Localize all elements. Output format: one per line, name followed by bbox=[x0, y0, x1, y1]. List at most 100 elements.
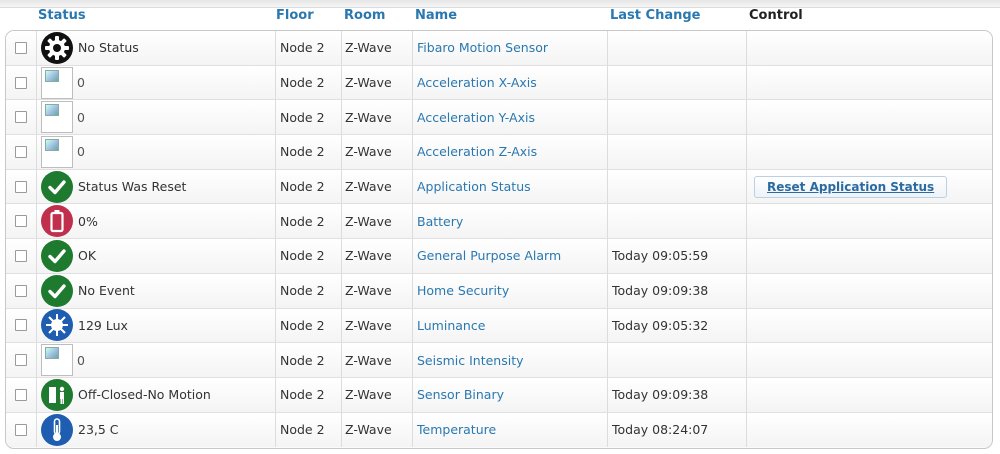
status-cell: Off-Closed-No Motion bbox=[37, 377, 276, 412]
row-checkbox[interactable] bbox=[15, 215, 27, 228]
device-name-link[interactable]: Luminance bbox=[417, 318, 485, 333]
reset-application-status-button[interactable]: Reset Application Status bbox=[754, 175, 948, 198]
header-floor[interactable]: Floor bbox=[276, 8, 314, 23]
room-cell: Z-Wave bbox=[342, 100, 413, 135]
last-change-cell: Today 09:05:59 bbox=[608, 239, 747, 273]
room-cell: Z-Wave bbox=[342, 239, 413, 273]
row-checkbox[interactable] bbox=[15, 76, 27, 89]
control-cell bbox=[747, 239, 992, 273]
control-cell bbox=[747, 274, 992, 308]
row-select-cell bbox=[6, 308, 37, 343]
row-select-cell bbox=[6, 135, 37, 169]
row-checkbox[interactable] bbox=[15, 284, 27, 297]
name-cell: Home Security bbox=[413, 273, 608, 308]
header-status[interactable]: Status bbox=[38, 8, 86, 23]
row-select-cell bbox=[6, 377, 37, 412]
device-name-link[interactable]: Temperature bbox=[417, 422, 496, 437]
door-motion-icon bbox=[41, 378, 73, 411]
table-row: OK Node 2 Z-Wave General Purpose Alarm T… bbox=[6, 239, 992, 274]
floor-cell: Node 2 bbox=[276, 65, 342, 100]
last-change-cell: Today 09:09:38 bbox=[608, 377, 747, 412]
status-cell: 129 Lux bbox=[37, 308, 276, 343]
table-row: 0 Node 2 Z-Wave Acceleration Z-Axis bbox=[6, 135, 992, 170]
device-name-link[interactable]: Fibaro Motion Sensor bbox=[417, 40, 548, 55]
control-cell: Reset Application Status bbox=[747, 170, 992, 204]
device-name-link[interactable]: Seismic Intensity bbox=[417, 353, 524, 368]
header-name[interactable]: Name bbox=[415, 8, 457, 23]
status-cell: 0 bbox=[37, 343, 276, 377]
name-cell: Temperature bbox=[413, 412, 608, 448]
header-last-change[interactable]: Last Change bbox=[610, 8, 700, 23]
room-cell: Z-Wave bbox=[342, 343, 413, 377]
name-cell: General Purpose Alarm bbox=[413, 239, 608, 273]
last-change-cell bbox=[608, 204, 747, 239]
last-change-cell bbox=[608, 169, 747, 204]
device-name-link[interactable]: Sensor Binary bbox=[417, 387, 504, 402]
status-cell: Status Was Reset bbox=[37, 169, 276, 204]
row-checkbox[interactable] bbox=[15, 423, 27, 436]
name-cell: Battery bbox=[413, 204, 608, 239]
table-row: No Event Node 2 Z-Wave Home Security Tod… bbox=[6, 273, 992, 309]
floor-cell: Node 2 bbox=[276, 100, 342, 135]
table-row: 0% Node 2 Z-Wave Battery bbox=[6, 204, 992, 240]
status-value: 129 Lux bbox=[78, 317, 128, 333]
room-cell: Z-Wave bbox=[342, 135, 413, 169]
row-checkbox[interactable] bbox=[15, 180, 27, 193]
device-name-link[interactable]: Home Security bbox=[417, 283, 509, 298]
battery-icon bbox=[41, 205, 73, 238]
floor-cell: Node 2 bbox=[276, 169, 342, 204]
device-name-link[interactable]: General Purpose Alarm bbox=[417, 248, 561, 263]
checkmark-icon bbox=[41, 239, 73, 272]
status-cell: 0 bbox=[37, 135, 276, 169]
thermometer-icon bbox=[41, 413, 73, 446]
last-change-cell: Today 08:24:07 bbox=[608, 412, 747, 448]
device-name-link[interactable]: Acceleration X-Axis bbox=[417, 75, 537, 90]
device-name-link[interactable]: Acceleration Z-Axis bbox=[417, 144, 537, 159]
room-cell: Z-Wave bbox=[342, 169, 413, 204]
last-change-cell: Today 09:09:38 bbox=[608, 273, 747, 308]
room-cell: Z-Wave bbox=[342, 273, 413, 308]
control-cell bbox=[747, 413, 992, 448]
name-cell: Luminance bbox=[413, 308, 608, 343]
status-value: Off-Closed-No Motion bbox=[78, 387, 211, 403]
name-cell: Seismic Intensity bbox=[413, 343, 608, 377]
row-checkbox[interactable] bbox=[15, 388, 27, 401]
table-row: No Status Node 2 Z-Wave Fibaro Motion Se… bbox=[6, 31, 992, 66]
row-checkbox[interactable] bbox=[15, 111, 27, 124]
status-cell: No Status bbox=[37, 31, 276, 65]
row-checkbox[interactable] bbox=[15, 41, 27, 54]
floor-cell: Node 2 bbox=[276, 412, 342, 448]
floor-cell: Node 2 bbox=[276, 377, 342, 412]
status-cell: OK bbox=[37, 239, 276, 273]
floor-cell: Node 2 bbox=[276, 273, 342, 308]
room-cell: Z-Wave bbox=[342, 308, 413, 343]
row-select-cell bbox=[6, 273, 37, 308]
status-value: Status Was Reset bbox=[78, 179, 187, 195]
device-name-link[interactable]: Battery bbox=[417, 214, 463, 229]
floor-cell: Node 2 bbox=[276, 135, 342, 169]
device-name-link[interactable]: Application Status bbox=[417, 179, 531, 194]
broken-image-icon bbox=[41, 101, 73, 134]
row-checkbox[interactable] bbox=[15, 249, 27, 262]
last-change-cell bbox=[608, 100, 747, 135]
header-room[interactable]: Room bbox=[344, 8, 385, 23]
room-cell: Z-Wave bbox=[342, 377, 413, 412]
row-checkbox[interactable] bbox=[15, 145, 27, 158]
status-cell: 0 bbox=[37, 100, 276, 135]
row-select-cell bbox=[6, 169, 37, 204]
table-row: 129 Lux Node 2 Z-Wave Luminance Today 09… bbox=[6, 308, 992, 344]
control-cell bbox=[747, 100, 992, 134]
status-value: 0 bbox=[77, 352, 85, 368]
row-checkbox[interactable] bbox=[15, 319, 27, 332]
header-control: Control bbox=[749, 8, 803, 23]
table-header: Status Floor Room Name Last Change Contr… bbox=[0, 3, 1000, 29]
floor-cell: Node 2 bbox=[276, 308, 342, 343]
device-name-link[interactable]: Acceleration Y-Axis bbox=[417, 110, 535, 125]
control-cell bbox=[747, 31, 992, 65]
status-value: 0 bbox=[77, 109, 85, 125]
control-cell bbox=[747, 378, 992, 412]
last-change-cell: Today 09:05:32 bbox=[608, 308, 747, 343]
row-select-cell bbox=[6, 31, 37, 65]
row-checkbox[interactable] bbox=[15, 354, 27, 367]
row-select-cell bbox=[6, 412, 37, 448]
